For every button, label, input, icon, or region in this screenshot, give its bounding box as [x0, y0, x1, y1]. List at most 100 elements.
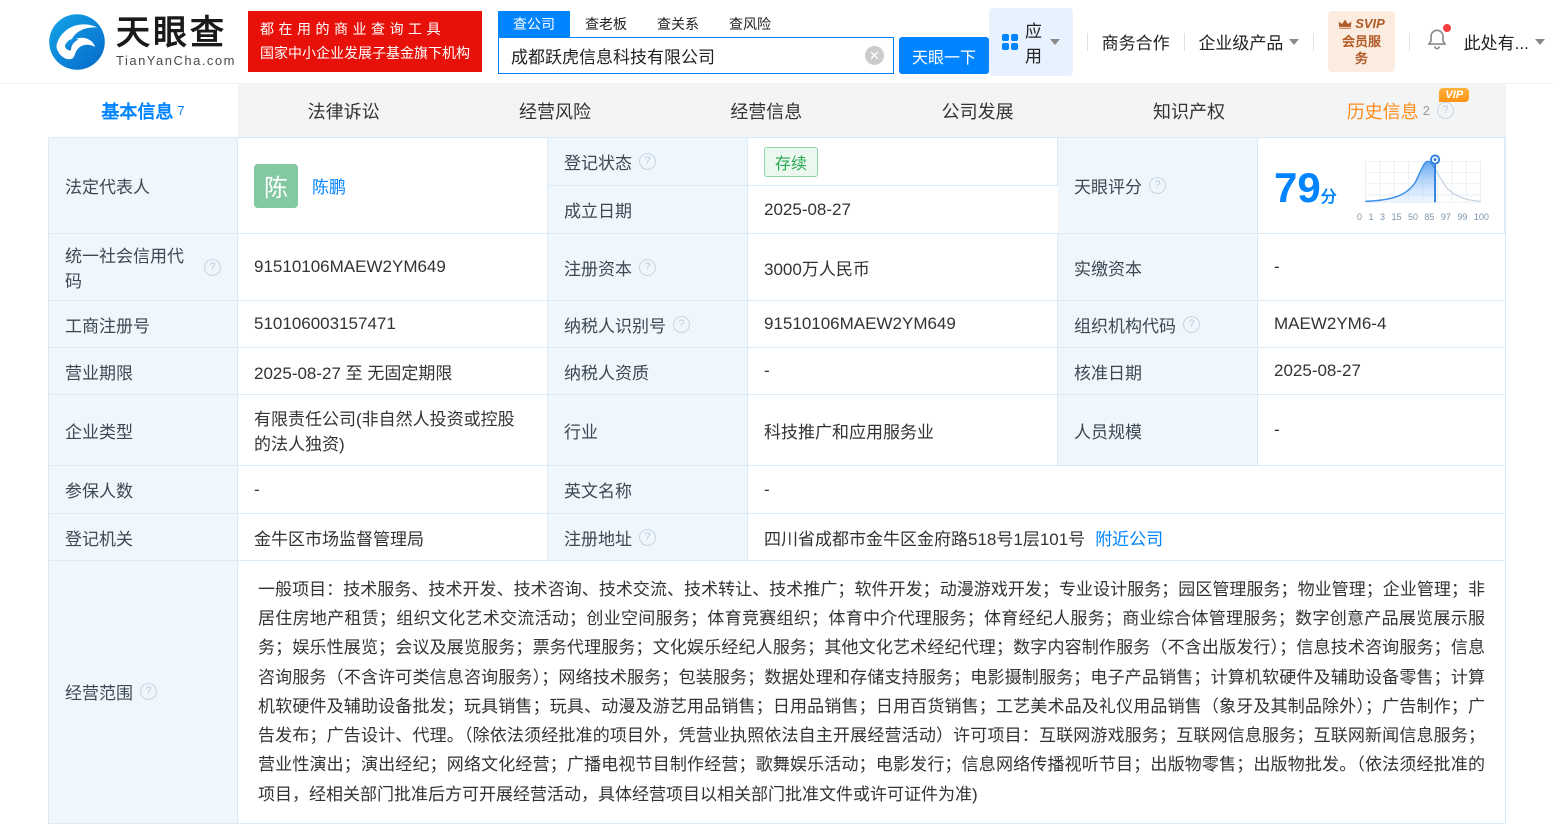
- company-type-value-cell: 有限责任公司(非自然人投资或控股的法人独资): [238, 395, 548, 466]
- score-unit: 分: [1320, 188, 1337, 206]
- field-label: 纳税人资质: [564, 363, 649, 383]
- reg-status-label-cell: 登记状态 ?: [548, 138, 748, 186]
- help-icon[interactable]: ?: [1436, 102, 1454, 119]
- help-icon[interactable]: ?: [1149, 177, 1166, 194]
- field-value: 科技推广和应用服务业: [764, 422, 934, 442]
- apps-label: 应用: [1025, 21, 1042, 66]
- org-code-label-cell: 组织机构代码?: [1058, 301, 1258, 348]
- section-tabbar: 基本信息 7 法律诉讼 经营风险 经营信息 公司发展 知识产权 VIP 历史信息…: [48, 84, 1506, 137]
- search-button[interactable]: 天眼一下: [899, 37, 989, 74]
- help-icon[interactable]: ?: [639, 258, 656, 276]
- field-value: 91510106MAEW2YM649: [254, 257, 446, 276]
- registry-authority-label-cell: 登记机关: [49, 514, 238, 561]
- field-label: 行业: [564, 422, 598, 442]
- field-value: 3000万人民币: [764, 259, 870, 279]
- user-menu[interactable]: 此处有...: [1464, 29, 1545, 54]
- english-name-label-cell: 英文名称: [548, 466, 748, 514]
- nearby-companies-link[interactable]: 附近公司: [1095, 525, 1163, 550]
- field-label: 实缴资本: [1074, 259, 1142, 279]
- tab-legal-proceedings[interactable]: 法律诉讼: [238, 84, 449, 137]
- apps-grid-icon: [1002, 33, 1018, 50]
- help-icon[interactable]: ?: [639, 153, 656, 170]
- english-name-value-cell: -: [748, 466, 1505, 514]
- top-header: 天眼查 TianYanCha.com 都在用的商业查询工具 国家中小企业发展子基…: [0, 0, 1554, 84]
- staff-size-value-cell: -: [1258, 395, 1505, 466]
- legal-rep-avatar[interactable]: 陈: [254, 163, 298, 208]
- reg-address-label-cell: 注册地址?: [548, 514, 748, 561]
- notifications-bell-button[interactable]: [1426, 24, 1451, 56]
- field-value: 91510106MAEW2YM649: [764, 314, 956, 333]
- field-label: 英文名称: [564, 482, 632, 501]
- business-term-value-cell: 2025-08-27 至 无固定期限: [238, 348, 548, 395]
- reg-number-label-cell: 工商注册号: [49, 301, 238, 348]
- enterprise-products-link[interactable]: 企业级产品: [1198, 29, 1300, 54]
- credit-code-label-cell: 统一社会信用代码?: [49, 234, 238, 301]
- business-scope-value-cell: 一般项目：技术服务、技术开发、技术咨询、技术交流、技术转让、技术推广；软件开发；…: [238, 561, 1505, 824]
- tab-history-info[interactable]: VIP 历史信息 2 ?: [1295, 84, 1506, 137]
- industry-label-cell: 行业: [548, 395, 748, 466]
- reg-capital-label-cell: 注册资本?: [548, 234, 748, 301]
- search-tab-relation[interactable]: 查关系: [642, 11, 714, 37]
- notification-dot: [1442, 24, 1451, 32]
- legal-rep-name-link[interactable]: 陈鹏: [312, 173, 346, 198]
- establish-date-label-cell: 成立日期: [548, 186, 748, 234]
- insured-count-label-cell: 参保人数: [49, 466, 238, 514]
- clear-input-icon[interactable]: ✕: [865, 46, 884, 65]
- svip-member-button[interactable]: SVIP 会员服务: [1328, 11, 1395, 72]
- divider: [1086, 32, 1088, 51]
- field-label: 统一社会信用代码: [65, 247, 184, 291]
- staff-size-label-cell: 人员规模: [1058, 395, 1258, 466]
- reg-address-value-cell: 四川省成都市金牛区金府路518号1层101号 附近公司: [748, 514, 1505, 561]
- score-axis-labels: 0 1 3 15 50 85 97 99 100: [1357, 211, 1489, 222]
- field-label: 工商注册号: [65, 316, 150, 336]
- tab-intellectual-property[interactable]: 知识产权: [1083, 84, 1294, 137]
- help-icon[interactable]: ?: [673, 315, 690, 333]
- brand-slogan: 都在用的商业查询工具 国家中小企业发展子基金旗下机构: [248, 11, 482, 72]
- field-value: -: [1274, 420, 1280, 439]
- field-label: 登记机关: [65, 529, 133, 549]
- score-distribution-chart: 0 1 3 15 50 85 97 99 100: [1356, 154, 1490, 222]
- search-input[interactable]: [498, 37, 894, 74]
- company-basic-info-table: 法定代表人 陈 陈鹏 登记状态 ? 存续 天眼评分 ? 79分 0 1 3 15…: [48, 137, 1506, 824]
- approval-date-value-cell: 2025-08-27: [1258, 348, 1505, 395]
- field-label: 成立日期: [564, 202, 632, 221]
- taxpayer-id-value-cell: 91510106MAEW2YM649: [748, 301, 1058, 348]
- search-tab-risk[interactable]: 查风险: [714, 11, 786, 37]
- field-value: MAEW2YM6-4: [1274, 314, 1387, 333]
- slogan-line1: 都在用的商业查询工具: [260, 21, 445, 38]
- tab-label: 基本信息: [101, 101, 174, 122]
- divider: [1408, 32, 1410, 51]
- industry-value-cell: 科技推广和应用服务业: [748, 395, 1058, 466]
- apps-menu-button[interactable]: 应用: [989, 7, 1073, 76]
- help-icon[interactable]: ?: [204, 258, 221, 276]
- search-block: 查公司 查老板 查关系 查风险 ✕ 天眼一下: [498, 11, 989, 74]
- help-icon[interactable]: ?: [639, 528, 656, 546]
- search-tab-boss[interactable]: 查老板: [570, 11, 642, 37]
- help-icon[interactable]: ?: [1183, 315, 1200, 333]
- score-value-cell: 79分 0 1 3 15 50 85 97 99 100: [1258, 138, 1505, 234]
- tab-operation-risk[interactable]: 经营风险: [449, 84, 660, 137]
- reg-number-value-cell: 510106003157471: [238, 301, 548, 348]
- legal-rep-label-cell: 法定代表人: [49, 138, 238, 234]
- field-value: 金牛区市场监督管理局: [254, 529, 424, 549]
- tab-count: 2: [1422, 103, 1430, 118]
- field-value: 2025-08-27: [764, 199, 851, 219]
- search-tab-company[interactable]: 查公司: [498, 11, 570, 37]
- status-badge: 存续: [764, 146, 819, 177]
- registry-authority-value-cell: 金牛区市场监督管理局: [238, 514, 548, 561]
- tianyancha-logo[interactable]: 天眼查 TianYanCha.com: [48, 13, 236, 71]
- field-label: 参保人数: [65, 482, 133, 501]
- tab-operation-info[interactable]: 经营信息: [661, 84, 872, 137]
- field-label: 登记状态: [564, 154, 632, 173]
- help-icon[interactable]: ?: [140, 683, 157, 701]
- field-value: -: [254, 479, 260, 499]
- business-coop-link[interactable]: 商务合作: [1102, 29, 1170, 54]
- tianyancha-logo-icon: [49, 13, 105, 70]
- enterprise-products-label: 企业级产品: [1198, 34, 1284, 53]
- tab-company-development[interactable]: 公司发展: [872, 84, 1083, 137]
- score-label-cell: 天眼评分 ?: [1058, 138, 1258, 234]
- reg-status-value-cell: 存续: [748, 138, 1058, 186]
- tab-basic-info[interactable]: 基本信息 7: [48, 84, 238, 137]
- logo-title: 天眼查: [116, 13, 227, 52]
- crown-icon: [1338, 19, 1352, 29]
